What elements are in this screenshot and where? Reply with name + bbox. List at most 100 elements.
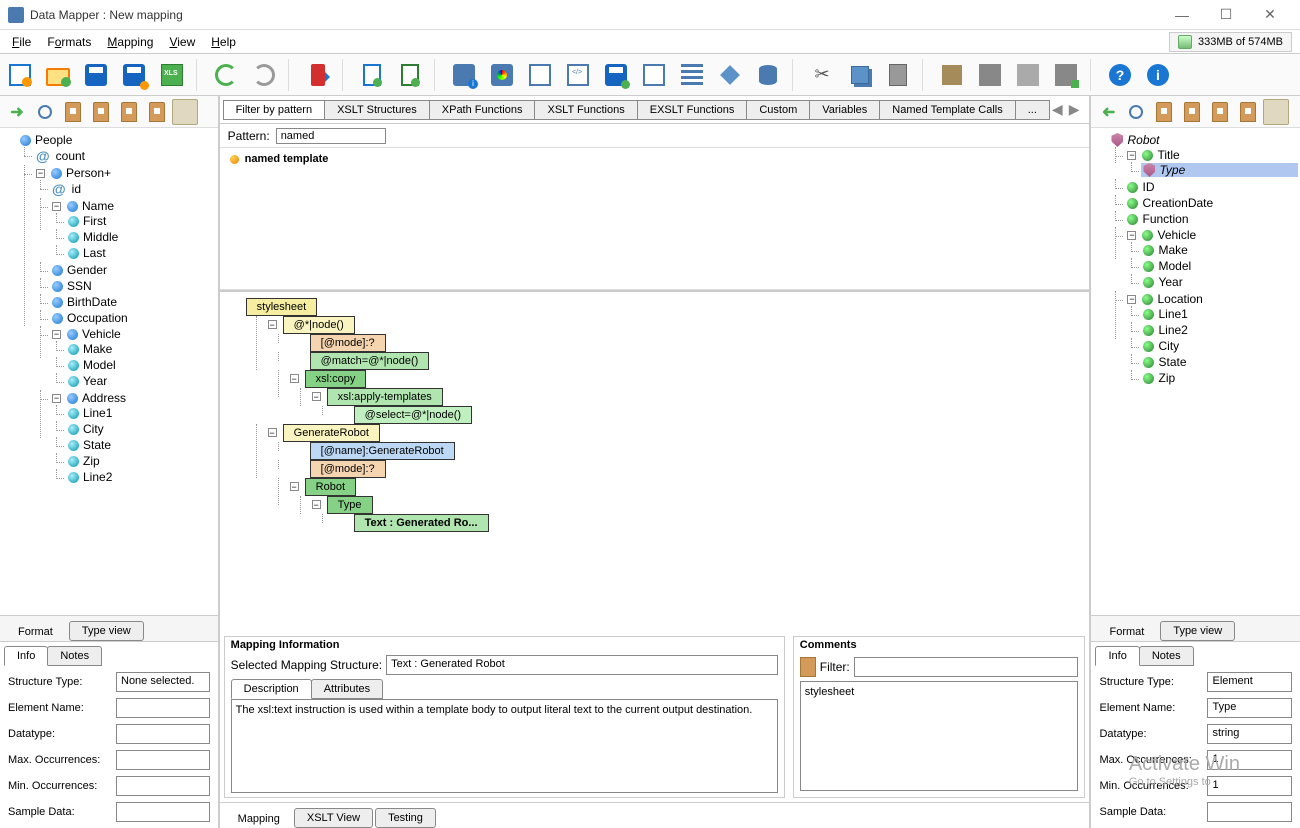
sample-data-input[interactable] [116,802,210,822]
doc-settings-button[interactable] [394,59,426,91]
left-highlight-button[interactable] [172,99,198,125]
search-icon [38,105,52,119]
align4-button[interactable] [1050,59,1082,91]
redo-button[interactable] [248,59,280,91]
doc1-button[interactable] [524,59,556,91]
layers-button[interactable] [714,59,746,91]
right-add-button[interactable]: ➜ [1095,99,1121,125]
view1-button[interactable]: i [448,59,480,91]
right-highlight-button[interactable] [1263,99,1289,125]
comments-title: Comments [794,637,1085,653]
r-sample-data[interactable] [1207,802,1292,822]
variables-tab[interactable]: Variables [809,100,880,120]
max-occur-input[interactable] [116,750,210,770]
copy-button[interactable] [844,59,876,91]
filter-tab[interactable]: Filter by pattern [223,100,325,120]
right-info-tab[interactable]: Info [1095,646,1139,666]
right-clip4-button[interactable] [1235,99,1261,125]
left-clip1-button[interactable] [60,99,86,125]
r-struct-type[interactable]: Element [1207,672,1292,692]
menu-mapping[interactable]: Mapping [99,33,161,51]
align2-button[interactable] [974,59,1006,91]
info-tab[interactable]: Info [4,646,48,666]
xslt-view-tab[interactable]: XSLT View [294,808,373,828]
right-notes-tab[interactable]: Notes [1139,646,1194,666]
testing-tab[interactable]: Testing [375,808,436,828]
mapping-tab[interactable]: Mapping [226,810,292,828]
more-tab[interactable]: ... [1015,100,1050,120]
memory-widget[interactable]: 333MB of 574MB [1169,32,1292,52]
cut-button[interactable]: ✂ [806,59,838,91]
save-disk-button[interactable] [600,59,632,91]
r-min-occur[interactable]: 1 [1207,776,1292,796]
r-element-name[interactable]: Type [1207,698,1292,718]
close-button[interactable]: ✕ [1248,1,1292,29]
grid-button[interactable] [676,59,708,91]
exit-button[interactable] [302,59,334,91]
menu-formats[interactable]: Formats [39,33,99,51]
struct-type-input[interactable]: None selected. [116,672,210,692]
r-datatype[interactable]: string [1207,724,1292,744]
right-type-view-tab[interactable]: Type view [1160,621,1235,641]
right-clip1-button[interactable] [1151,99,1177,125]
left-add-button[interactable]: ➜ [4,99,30,125]
help-button[interactable]: ? [1104,59,1136,91]
left-clip4-button[interactable] [144,99,170,125]
tab-next-button[interactable]: ▶ [1067,101,1082,118]
target-tree[interactable]: Robot −Title Type ID CreationDate Functi… [1093,132,1298,388]
minimize-button[interactable]: — [1160,1,1204,29]
attributes-tab[interactable]: Attributes [311,679,383,699]
xslt-struct-tab[interactable]: XSLT Structures [324,100,430,120]
notes-tab[interactable]: Notes [47,646,102,666]
source-tree[interactable]: People count −Person+ id −Name First Mid… [2,132,216,488]
description-tab[interactable]: Description [231,679,312,699]
menu-help[interactable]: Help [203,33,244,51]
info-button[interactable]: i [1142,59,1174,91]
left-clip3-button[interactable] [116,99,142,125]
comments-filter-input[interactable] [854,657,1079,677]
mapping-info-title: Mapping Information [225,637,784,653]
maximize-button[interactable]: ☐ [1204,1,1248,29]
right-clip3-button[interactable] [1207,99,1233,125]
datatype-input[interactable] [116,724,210,744]
element-icon [1142,150,1153,161]
align1-button[interactable] [936,59,968,91]
pattern-input[interactable] [276,128,386,144]
type-view-tab[interactable]: Type view [69,621,144,641]
right-clip2-button[interactable] [1179,99,1205,125]
filter-result-row[interactable]: named template [220,148,1090,170]
left-search-button[interactable] [32,99,58,125]
scissors-icon: ✂ [814,64,829,85]
tab-prev-button[interactable]: ◀ [1050,101,1065,118]
add-doc-button[interactable] [356,59,388,91]
view-color-button[interactable] [486,59,518,91]
exslt-tab[interactable]: EXSLT Functions [637,100,748,120]
align3-button[interactable] [1012,59,1044,91]
comments-list[interactable]: stylesheet [800,681,1079,791]
r-max-occur[interactable]: 1 [1207,750,1292,770]
db-button[interactable] [752,59,784,91]
xpath-tab[interactable]: XPath Functions [429,100,536,120]
right-search-button[interactable] [1123,99,1149,125]
open-button[interactable] [42,59,74,91]
export-xls-button[interactable] [156,59,188,91]
doc3-button[interactable] [638,59,670,91]
new-button[interactable] [4,59,36,91]
arrow-left-icon: ➜ [1102,102,1115,122]
named-templates-tab[interactable]: Named Template Calls [879,100,1015,120]
xslt-func-tab[interactable]: XSLT Functions [534,100,637,120]
doc2-button[interactable]: </> [562,59,594,91]
menu-file[interactable]: File [4,33,39,51]
collapse-toggle[interactable]: − [36,169,45,178]
custom-tab[interactable]: Custom [746,100,810,120]
paste-button[interactable] [882,59,914,91]
menu-view[interactable]: View [161,33,203,51]
selected-mapping-input[interactable]: Text : Generated Robot [386,655,778,675]
undo-button[interactable] [210,59,242,91]
element-name-input[interactable] [116,698,210,718]
mapping-diagram[interactable]: stylesheet −@*|node() [@mode]:? @match=@… [220,292,1090,632]
left-clip2-button[interactable] [88,99,114,125]
save-as-button[interactable] [118,59,150,91]
save-button[interactable] [80,59,112,91]
min-occur-input[interactable] [116,776,210,796]
